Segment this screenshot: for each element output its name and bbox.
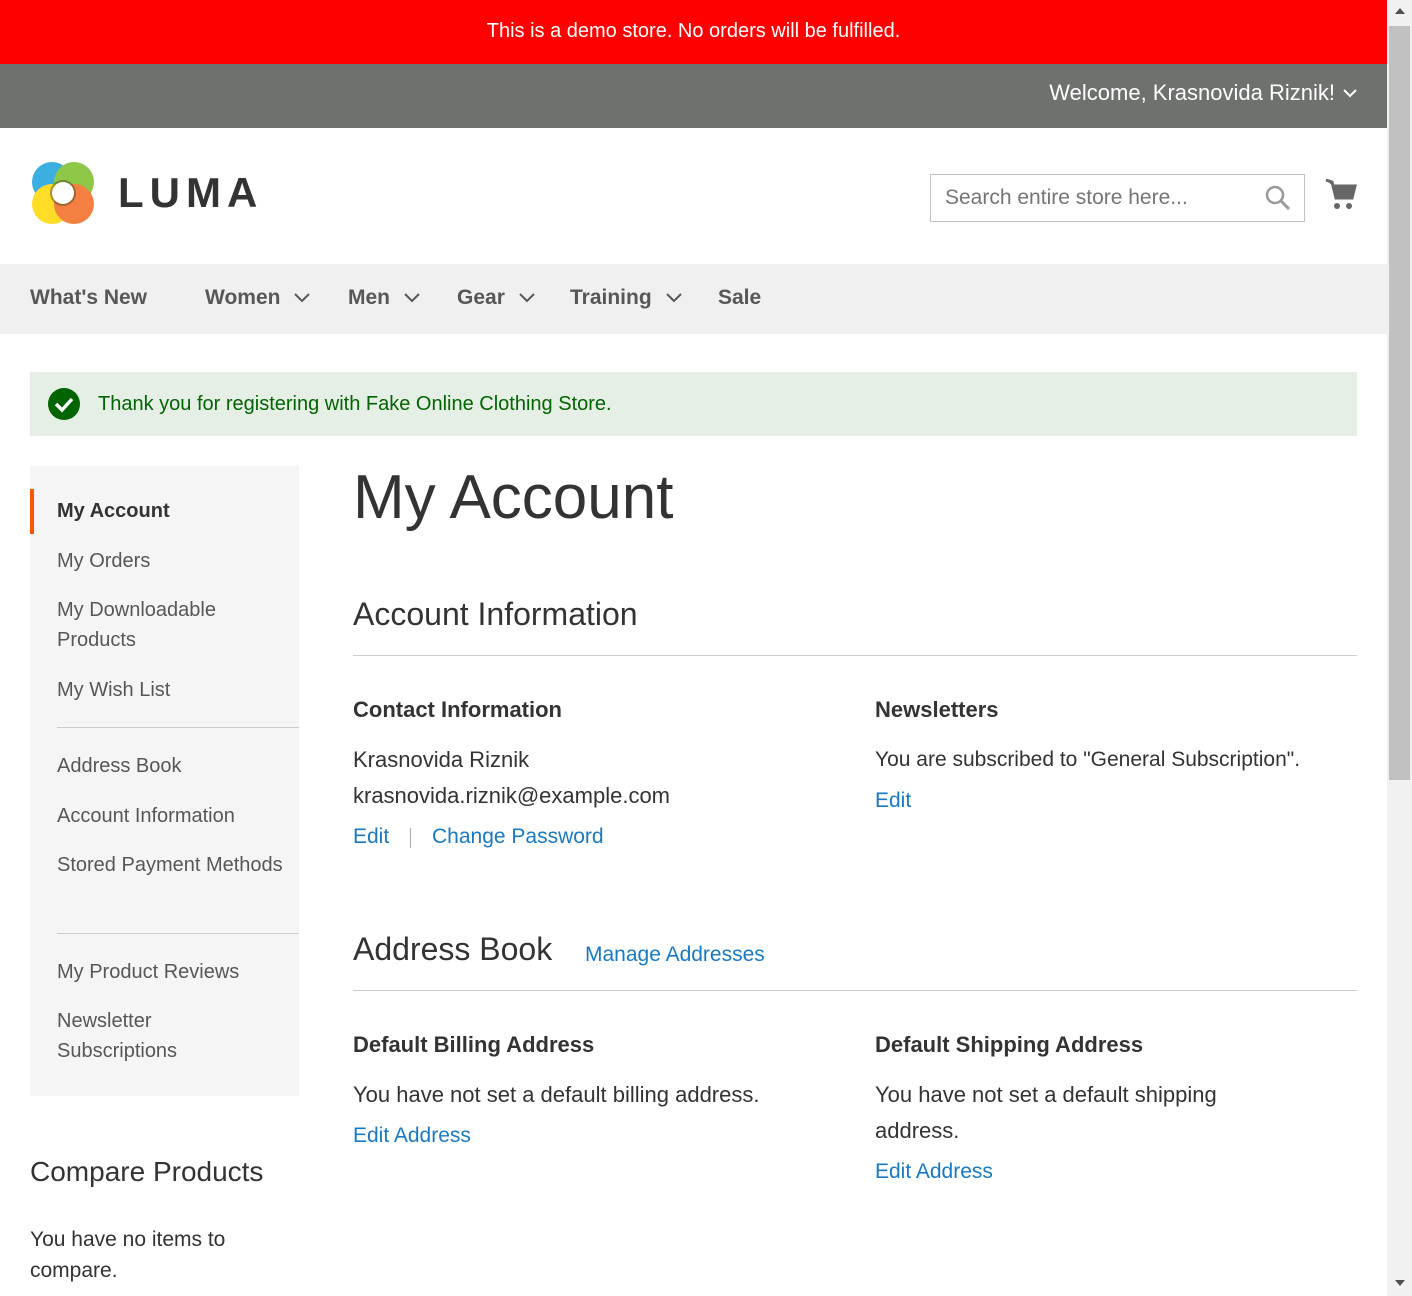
divider: [353, 990, 1357, 991]
manage-addresses-link[interactable]: Manage Addresses: [585, 943, 765, 967]
cart-icon[interactable]: [1324, 178, 1358, 212]
chevron-down-icon: [294, 293, 311, 303]
account-information-title: Account Information: [353, 596, 638, 632]
logo-text: LUMA: [118, 169, 264, 216]
scroll-down-icon[interactable]: [1394, 1278, 1406, 1288]
sidebar-item-account-information[interactable]: Account Information: [57, 801, 287, 831]
compare-products-title: Compare Products: [30, 1156, 264, 1187]
success-text: Thank you for registering with Fake Onli…: [98, 392, 612, 415]
search-input[interactable]: [930, 174, 1305, 222]
main-navigation: What's New Women Men Gear Training Sale: [0, 264, 1387, 334]
divider: [57, 727, 299, 728]
divider: [353, 655, 1357, 656]
address-book-title: Address Book: [353, 931, 553, 967]
chevron-down-icon: [519, 293, 535, 303]
nav-gear[interactable]: Gear: [457, 286, 535, 310]
edit-shipping-address-link[interactable]: Edit Address: [875, 1160, 993, 1184]
nav-men[interactable]: Men: [348, 286, 420, 310]
active-indicator: [30, 489, 34, 534]
welcome-text: Welcome, Krasnovida Riznik!: [1049, 80, 1335, 105]
billing-address-title: Default Billing Address: [353, 1032, 595, 1057]
checkmark-icon: [48, 388, 80, 420]
shipping-address-title: Default Shipping Address: [875, 1032, 1144, 1057]
logo[interactable]: LUMA: [30, 160, 263, 226]
contact-email: krasnovida.riznik@example.com: [353, 783, 671, 808]
sidebar-item-newsletter-subscriptions[interactable]: Newsletter Subscriptions: [57, 1006, 217, 1066]
edit-contact-link[interactable]: Edit: [353, 825, 389, 849]
change-password-link[interactable]: Change Password: [432, 825, 604, 849]
chevron-down-icon: [665, 293, 682, 303]
edit-newsletter-link[interactable]: Edit: [875, 789, 911, 813]
sidebar-item-address-book[interactable]: Address Book: [57, 751, 287, 781]
nav-women[interactable]: Women: [205, 286, 311, 310]
success-message: Thank you for registering with Fake Onli…: [30, 372, 1357, 436]
search-icon[interactable]: [1264, 184, 1292, 212]
nav-label: Women: [205, 286, 281, 309]
newsletter-status: You are subscribed to "General Subscript…: [875, 748, 1301, 771]
nav-label: Training: [570, 286, 652, 309]
nav-label: Gear: [457, 286, 505, 309]
shipping-address-text: You have not set a default shipping addr…: [875, 1082, 1217, 1143]
nav-whats-new[interactable]: What's New: [30, 286, 147, 310]
nav-label: What's New: [30, 286, 148, 309]
sidebar-item-my-account[interactable]: My Account: [57, 496, 287, 526]
nav-label: Sale: [718, 286, 762, 309]
nav-label: Men: [348, 286, 390, 309]
scrollbar-thumb[interactable]: [1389, 26, 1410, 780]
sidebar-item-wish-list[interactable]: My Wish List: [57, 675, 287, 705]
newsletters-title: Newsletters: [875, 697, 999, 722]
contact-name: Krasnovida Riznik: [353, 747, 530, 772]
top-bar: Welcome, Krasnovida Riznik!: [0, 64, 1387, 128]
sidebar-item-my-orders[interactable]: My Orders: [57, 546, 287, 576]
link-separator: [410, 828, 411, 848]
luma-logo-icon: [32, 162, 94, 224]
billing-address-text: You have not set a default billing addre…: [353, 1082, 760, 1107]
nav-training[interactable]: Training: [570, 286, 682, 310]
demo-store-notice: This is a demo store. No orders will be …: [0, 0, 1387, 64]
sidebar-item-downloadable-products[interactable]: My Downloadable Products: [57, 595, 287, 655]
customer-menu-toggle[interactable]: Welcome, Krasnovida Riznik!: [1049, 80, 1357, 106]
account-sidebar: My Account My Orders My Downloadable Pro…: [30, 466, 299, 1096]
scroll-up-icon[interactable]: [1394, 6, 1406, 16]
page-title: My Account: [353, 463, 674, 532]
sidebar-item-stored-payment-methods[interactable]: Stored Payment Methods: [57, 850, 287, 880]
edit-billing-address-link[interactable]: Edit Address: [353, 1124, 471, 1148]
nav-sale[interactable]: Sale: [718, 286, 761, 310]
compare-empty-text: You have no items to compare.: [30, 1228, 226, 1282]
chevron-down-icon: [404, 293, 420, 303]
divider: [57, 933, 299, 934]
chevron-down-icon: [1343, 89, 1357, 98]
contact-information-title: Contact Information: [353, 697, 562, 722]
sidebar-item-product-reviews[interactable]: My Product Reviews: [57, 957, 287, 987]
